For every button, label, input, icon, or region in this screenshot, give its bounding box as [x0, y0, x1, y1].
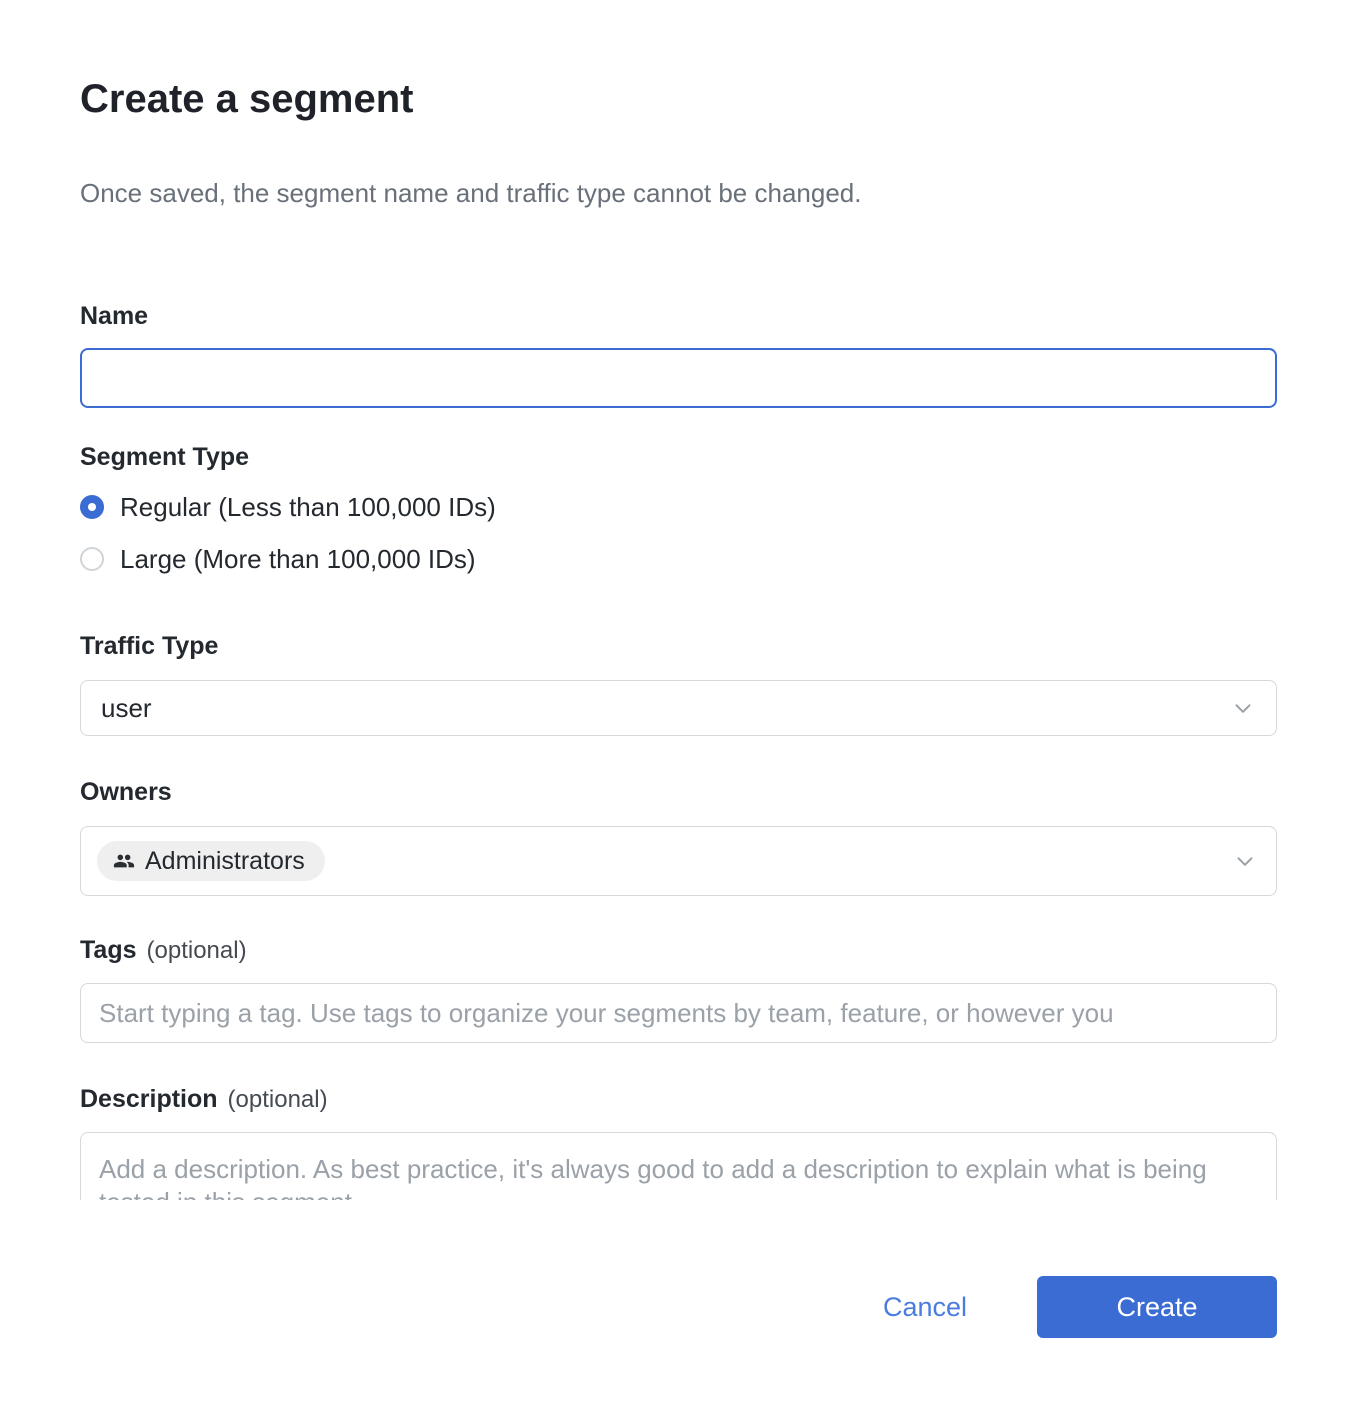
description-label-row: Description (optional) — [80, 1085, 1277, 1114]
description-textarea-clip — [80, 1132, 1277, 1200]
description-optional-label: (optional) — [228, 1086, 328, 1113]
name-input[interactable] — [80, 348, 1277, 408]
chevron-down-icon — [1230, 695, 1256, 721]
owner-chip-administrators[interactable]: Administrators — [97, 841, 325, 881]
create-segment-dialog: Create a segment Once saved, the segment… — [0, 0, 1354, 1410]
radio-option-regular[interactable]: Regular (Less than 100,000 IDs) — [80, 492, 1277, 522]
radio-option-label: Regular (Less than 100,000 IDs) — [120, 492, 496, 522]
segment-type-label: Segment Type — [80, 443, 1277, 471]
name-label: Name — [80, 302, 1277, 330]
radio-option-label: Large (More than 100,000 IDs) — [120, 544, 476, 574]
people-icon — [113, 850, 135, 872]
description-label: Description — [80, 1085, 218, 1113]
traffic-type-select[interactable]: user — [80, 680, 1277, 736]
dialog-subtitle: Once saved, the segment name and traffic… — [80, 178, 1277, 208]
tags-input[interactable] — [80, 983, 1277, 1043]
description-textarea[interactable] — [80, 1132, 1277, 1200]
cancel-button[interactable]: Cancel — [871, 1292, 979, 1323]
owners-select[interactable]: Administrators — [80, 826, 1277, 896]
tags-optional-label: (optional) — [147, 937, 247, 964]
owner-chip-label: Administrators — [145, 847, 305, 876]
radio-option-large[interactable]: Large (More than 100,000 IDs) — [80, 544, 1277, 574]
create-button[interactable]: Create — [1037, 1276, 1277, 1338]
owners-label: Owners — [80, 778, 1277, 806]
tags-label-row: Tags (optional) — [80, 936, 1277, 965]
dialog-footer: Cancel Create — [80, 1276, 1277, 1338]
radio-selected-icon[interactable] — [80, 495, 104, 519]
traffic-type-label: Traffic Type — [80, 632, 1277, 660]
tags-label: Tags — [80, 936, 137, 964]
dialog-title: Create a segment — [80, 75, 1277, 123]
radio-unselected-icon[interactable] — [80, 547, 104, 571]
traffic-type-value: user — [101, 693, 152, 724]
segment-type-radio-group: Regular (Less than 100,000 IDs) Large (M… — [80, 492, 1277, 574]
chevron-down-icon — [1232, 848, 1258, 874]
